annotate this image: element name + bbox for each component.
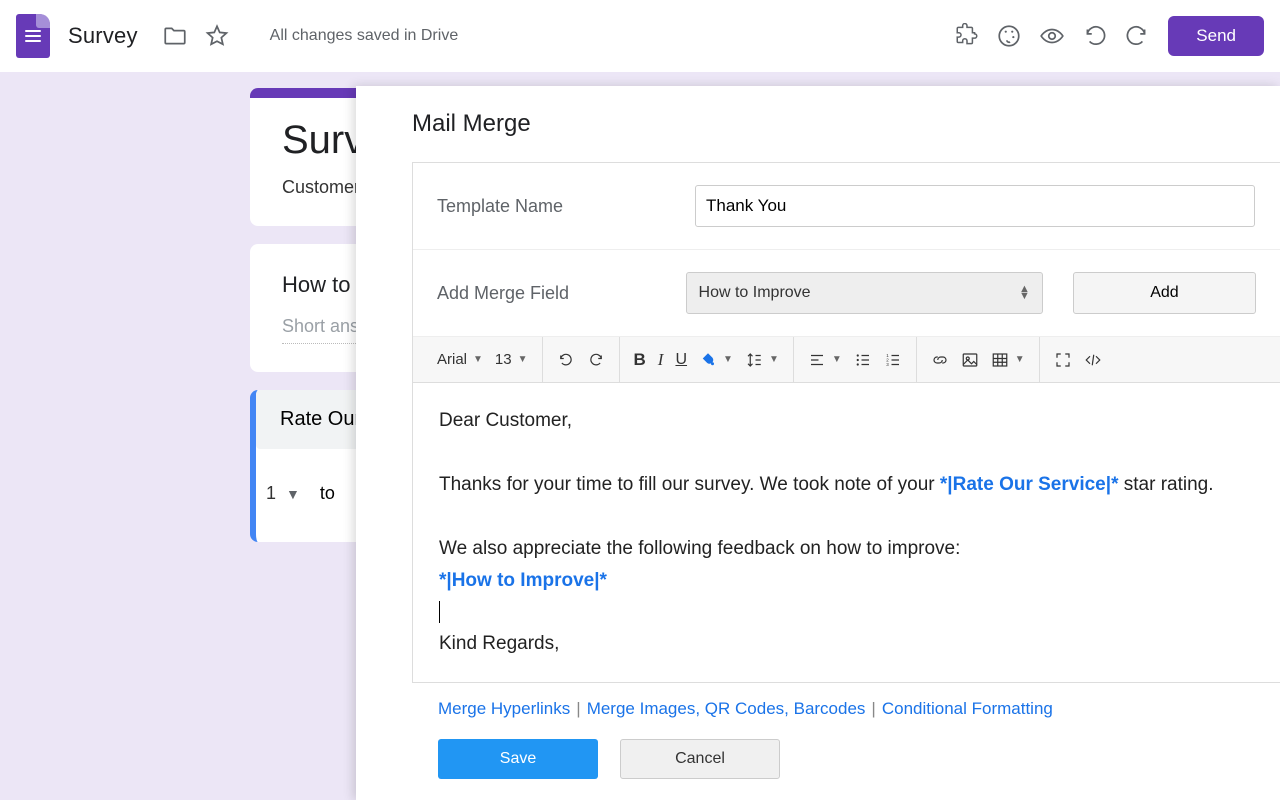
panel-actions: Save Cancel (412, 731, 1280, 779)
italic-button[interactable]: I (652, 345, 670, 375)
text-cursor (439, 601, 440, 623)
panel-title: Mail Merge (412, 110, 1280, 138)
chevron-down-icon: ▼ (518, 354, 528, 365)
save-status: All changes saved in Drive (270, 27, 459, 45)
cancel-button[interactable]: Cancel (620, 739, 780, 779)
font-family-select[interactable]: Arial▼ (431, 345, 489, 375)
folder-icon[interactable] (162, 23, 188, 49)
template-name-label: Template Name (437, 196, 695, 217)
scale-low-value: 1 (266, 483, 276, 504)
merge-token: *|Rate Our Service|* (940, 474, 1119, 495)
merge-field-label: Add Merge Field (437, 283, 686, 304)
chevron-down-icon: ▼ (286, 486, 300, 502)
editor-line: Kind Regards, (439, 628, 1254, 660)
merge-images-link[interactable]: Merge Images, QR Codes, Barcodes (587, 699, 866, 718)
redo-button[interactable] (581, 345, 611, 375)
scale-low-select[interactable]: 1 ▼ (266, 483, 300, 504)
chevron-down-icon: ▼ (1015, 354, 1025, 365)
star-icon[interactable] (204, 23, 230, 49)
undo-button[interactable] (551, 345, 581, 375)
fullscreen-button[interactable] (1048, 345, 1078, 375)
email-body-editor[interactable]: Dear Customer, Thanks for your time to f… (413, 383, 1280, 682)
scale-to-label: to (320, 483, 335, 504)
editor-line: We also appreciate the following feedbac… (439, 533, 1254, 565)
redo-icon[interactable] (1124, 23, 1150, 49)
undo-icon[interactable] (1082, 23, 1108, 49)
addons-icon[interactable] (954, 23, 980, 49)
merge-hyperlinks-link[interactable]: Merge Hyperlinks (438, 699, 570, 718)
editor-line: Dear Customer, (439, 405, 1254, 437)
merge-field-row: Add Merge Field How to Improve ▲▼ Add (413, 250, 1280, 337)
mail-merge-panel: Mail Merge Template Name Add Merge Field… (356, 86, 1280, 800)
send-button[interactable]: Send (1168, 16, 1264, 56)
align-button[interactable]: ▼ (802, 345, 848, 375)
editor-text: star rating. (1118, 474, 1213, 495)
chevron-down-icon: ▼ (769, 354, 779, 365)
editor-line: Thanks for your time to fill our survey.… (439, 469, 1254, 501)
template-name-row: Template Name (413, 163, 1280, 250)
palette-icon[interactable] (996, 23, 1022, 49)
bold-button[interactable]: B (628, 345, 652, 375)
select-arrows-icon: ▲▼ (1019, 286, 1030, 300)
eye-icon[interactable] (1038, 23, 1066, 49)
table-button[interactable]: ▼ (985, 345, 1031, 375)
line-height-button[interactable]: ▼ (739, 345, 785, 375)
app-header: Survey All changes saved in Drive Send (0, 0, 1280, 72)
document-title[interactable]: Survey (68, 23, 138, 49)
editor-toolbar: Arial▼ 13▼ B I U ▼ ▼ ▼ 123 (413, 337, 1280, 383)
add-field-button[interactable]: Add (1073, 272, 1256, 314)
code-view-button[interactable] (1078, 345, 1108, 375)
panel-links: Merge Hyperlinks|Merge Images, QR Codes,… (412, 683, 1280, 731)
chevron-down-icon: ▼ (723, 354, 733, 365)
link-button[interactable] (925, 345, 955, 375)
svg-text:3: 3 (886, 362, 889, 367)
image-button[interactable] (955, 345, 985, 375)
bullet-list-button[interactable] (848, 345, 878, 375)
editor-text: Thanks for your time to fill our survey.… (439, 474, 940, 495)
template-name-input[interactable] (695, 185, 1255, 227)
save-button[interactable]: Save (438, 739, 598, 779)
forms-logo (16, 14, 50, 58)
fill-color-button[interactable]: ▼ (693, 345, 739, 375)
merge-field-select[interactable]: How to Improve ▲▼ (686, 272, 1043, 314)
merge-token: *|How to Improve|* (439, 565, 1254, 597)
underline-button[interactable]: U (669, 345, 693, 375)
chevron-down-icon: ▼ (832, 354, 842, 365)
conditional-formatting-link[interactable]: Conditional Formatting (882, 699, 1053, 718)
merge-field-value: How to Improve (699, 284, 811, 302)
chevron-down-icon: ▼ (473, 354, 483, 365)
font-size-select[interactable]: 13▼ (489, 345, 534, 375)
number-list-button[interactable]: 123 (878, 345, 908, 375)
